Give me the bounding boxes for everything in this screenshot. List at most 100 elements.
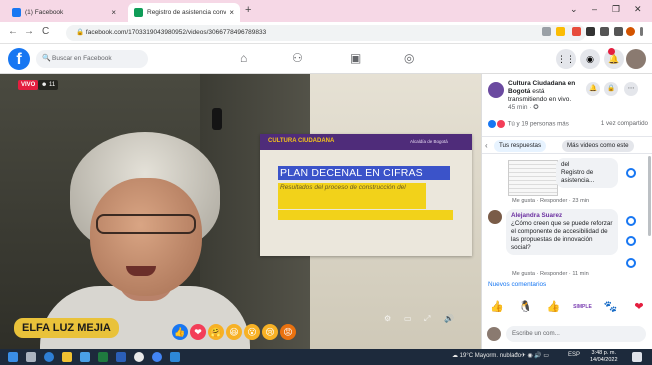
excel-icon[interactable] bbox=[98, 352, 108, 362]
search-placeholder: Buscar en Facebook bbox=[52, 55, 112, 62]
system-tray-icons[interactable]: ⌃ ✈ ◉ 🔊 ▭ bbox=[514, 352, 549, 359]
file-explorer-icon[interactable] bbox=[62, 352, 72, 362]
menu-dots-icon[interactable] bbox=[640, 27, 643, 36]
language-indicator[interactable]: ESP bbox=[568, 352, 580, 358]
like-sticker-icon[interactable]: 👍 bbox=[545, 298, 563, 316]
haha-reaction-icon[interactable]: 😆 bbox=[226, 324, 242, 340]
angry-reaction-icon[interactable]: 😡 bbox=[280, 324, 296, 340]
messenger-icon[interactable]: ◉ bbox=[580, 49, 600, 69]
new-tab-button[interactable]: + bbox=[245, 4, 251, 16]
page-avatar[interactable] bbox=[488, 82, 504, 98]
chevron-left-icon[interactable]: ‹ bbox=[485, 141, 488, 150]
comment-placeholder: Escribe un com... bbox=[512, 330, 560, 337]
care-reaction-icon[interactable]: 🤗 bbox=[208, 324, 224, 340]
clock-time: 3:48 p. m. bbox=[591, 350, 616, 356]
gaming-icon[interactable]: ◎ bbox=[404, 51, 414, 65]
extension-icon[interactable] bbox=[586, 27, 595, 36]
back-button[interactable]: ← bbox=[8, 26, 18, 37]
profile-icon[interactable] bbox=[626, 27, 635, 36]
sticker-tray: 👍 🐧 👍 SIMPLE 🐾 ❤ bbox=[488, 296, 648, 318]
app-icon[interactable] bbox=[134, 352, 144, 362]
close-tab-icon[interactable]: × bbox=[229, 8, 234, 17]
like-reaction-icon[interactable]: 👍 bbox=[172, 324, 188, 340]
facebook-logo-icon[interactable]: f bbox=[8, 48, 30, 70]
extension-icon[interactable] bbox=[572, 27, 581, 36]
comment-text: asistencia... bbox=[561, 177, 595, 184]
penguin-sticker-icon[interactable]: 🐧 bbox=[516, 298, 534, 316]
maximize-button[interactable]: ❐ bbox=[612, 4, 620, 15]
comments-panel: Cultura Ciudadana en Bogotá está transmi… bbox=[481, 74, 652, 349]
close-window-button[interactable]: ✕ bbox=[634, 4, 642, 15]
url-field[interactable]: 🔒 facebook.com/1703319043980952/videos/3… bbox=[66, 25, 586, 41]
groups-icon[interactable]: ⚇ bbox=[292, 51, 303, 65]
like-comment-icon[interactable] bbox=[626, 216, 636, 226]
clock[interactable]: 3:48 p. m. 14/04/2022 bbox=[590, 350, 618, 364]
settings-gear-icon[interactable]: ⚙ bbox=[384, 314, 391, 323]
notification-center-icon[interactable] bbox=[632, 352, 642, 362]
like-comment-icon[interactable] bbox=[626, 168, 636, 178]
edge-icon[interactable] bbox=[44, 352, 54, 362]
comment-bubble: Alejandra Suarez ¿Cómo creen que se pued… bbox=[506, 209, 618, 255]
share-count[interactable]: 1 vez compartido bbox=[601, 120, 648, 128]
reaction-count: Tú y 19 personas más bbox=[507, 120, 569, 128]
comment-text: Registro de bbox=[561, 169, 594, 176]
comment-bubble: del Registro de asistencia... bbox=[556, 158, 618, 188]
share-icon[interactable] bbox=[542, 27, 551, 36]
mail-icon[interactable] bbox=[80, 352, 90, 362]
tab-facebook[interactable]: (1) Facebook × bbox=[6, 3, 122, 22]
wow-reaction-icon[interactable]: 😮 bbox=[244, 324, 260, 340]
heart-sticker-icon[interactable]: ❤ bbox=[630, 298, 648, 316]
comment-author[interactable]: Alejandra Suarez bbox=[511, 212, 562, 219]
sheets-favicon-icon bbox=[134, 8, 143, 17]
app-icon[interactable] bbox=[170, 352, 180, 362]
chip-more-videos[interactable]: Más videos como este bbox=[562, 140, 634, 152]
windows-start-icon[interactable] bbox=[8, 352, 18, 362]
like-comment-icon[interactable] bbox=[626, 258, 636, 268]
scrollbar[interactable] bbox=[648, 156, 651, 236]
live-video-player[interactable]: VIVO ☻ 11 CULTURA CIUDADANA Alcaldía de … bbox=[0, 74, 481, 349]
chip-your-replies[interactable]: Tus respuestas bbox=[494, 140, 547, 152]
comment-actions[interactable]: Me gusta · Responder · 23 min bbox=[512, 198, 589, 204]
close-tab-icon[interactable]: × bbox=[111, 8, 116, 17]
forward-button[interactable]: → bbox=[24, 26, 34, 37]
speaker-face bbox=[90, 178, 202, 296]
sidebar-icon[interactable] bbox=[614, 27, 623, 36]
bookmark-star-icon[interactable] bbox=[556, 27, 565, 36]
minimize-button[interactable]: – bbox=[592, 4, 597, 14]
presentation-slide: CULTURA CIUDADANA Alcaldía de Bogotá PLA… bbox=[260, 134, 472, 256]
comment-input[interactable]: Escribe un com... bbox=[506, 326, 646, 342]
avatar[interactable] bbox=[626, 49, 646, 69]
tab-search-icon[interactable]: ⌄ bbox=[570, 4, 578, 15]
volume-icon[interactable]: 🔊 bbox=[444, 314, 454, 323]
paw-sticker-icon[interactable]: 🐾 bbox=[602, 298, 620, 316]
weather-widget[interactable]: ☁ 19°C Mayorm. nublado bbox=[452, 352, 521, 359]
sad-reaction-icon[interactable]: 😢 bbox=[262, 324, 278, 340]
thumbs-up-sticker-icon[interactable]: 👍 bbox=[488, 298, 506, 316]
chrome-icon[interactable] bbox=[152, 352, 162, 362]
search-input[interactable]: 🔍 Buscar en Facebook bbox=[36, 50, 148, 68]
comment-actions[interactable]: Me gusta · Responder · 11 min bbox=[512, 271, 589, 277]
simple-sticker-icon[interactable]: SIMPLE bbox=[573, 298, 592, 316]
facebook-favicon-icon bbox=[12, 8, 21, 17]
avatar[interactable] bbox=[488, 210, 502, 224]
reply-icon[interactable] bbox=[626, 236, 636, 246]
miniplayer-icon[interactable]: ▭ bbox=[404, 314, 412, 323]
bell-icon[interactable]: 🔔 bbox=[586, 82, 600, 96]
word-icon[interactable] bbox=[116, 352, 126, 362]
fullscreen-icon[interactable]: ⤢ bbox=[424, 314, 430, 324]
lock-icon[interactable]: 🔒 bbox=[604, 82, 618, 96]
watch-icon[interactable]: ▣ bbox=[350, 51, 361, 65]
slide-highlight-bar bbox=[278, 210, 453, 220]
love-reaction-icon[interactable]: ❤ bbox=[190, 324, 206, 340]
more-options-icon[interactable]: ⋯ bbox=[624, 82, 638, 96]
page-header-text: Cultura Ciudadana en Bogotá está transmi… bbox=[508, 80, 584, 112]
extensions-puzzle-icon[interactable] bbox=[600, 27, 609, 36]
comment-image-thumbnail[interactable] bbox=[508, 160, 558, 196]
grid-icon[interactable]: ⋮⋮ bbox=[556, 49, 576, 69]
reload-button[interactable]: C bbox=[42, 26, 49, 37]
search-icon[interactable] bbox=[26, 352, 36, 362]
reaction-summary[interactable]: Tú y 19 personas más bbox=[488, 120, 569, 128]
tab-registro[interactable]: Registro de asistencia conversat... × bbox=[128, 3, 240, 22]
home-icon[interactable]: ⌂ bbox=[240, 51, 247, 65]
new-comments-link[interactable]: Nuevos comentarios bbox=[488, 281, 546, 288]
